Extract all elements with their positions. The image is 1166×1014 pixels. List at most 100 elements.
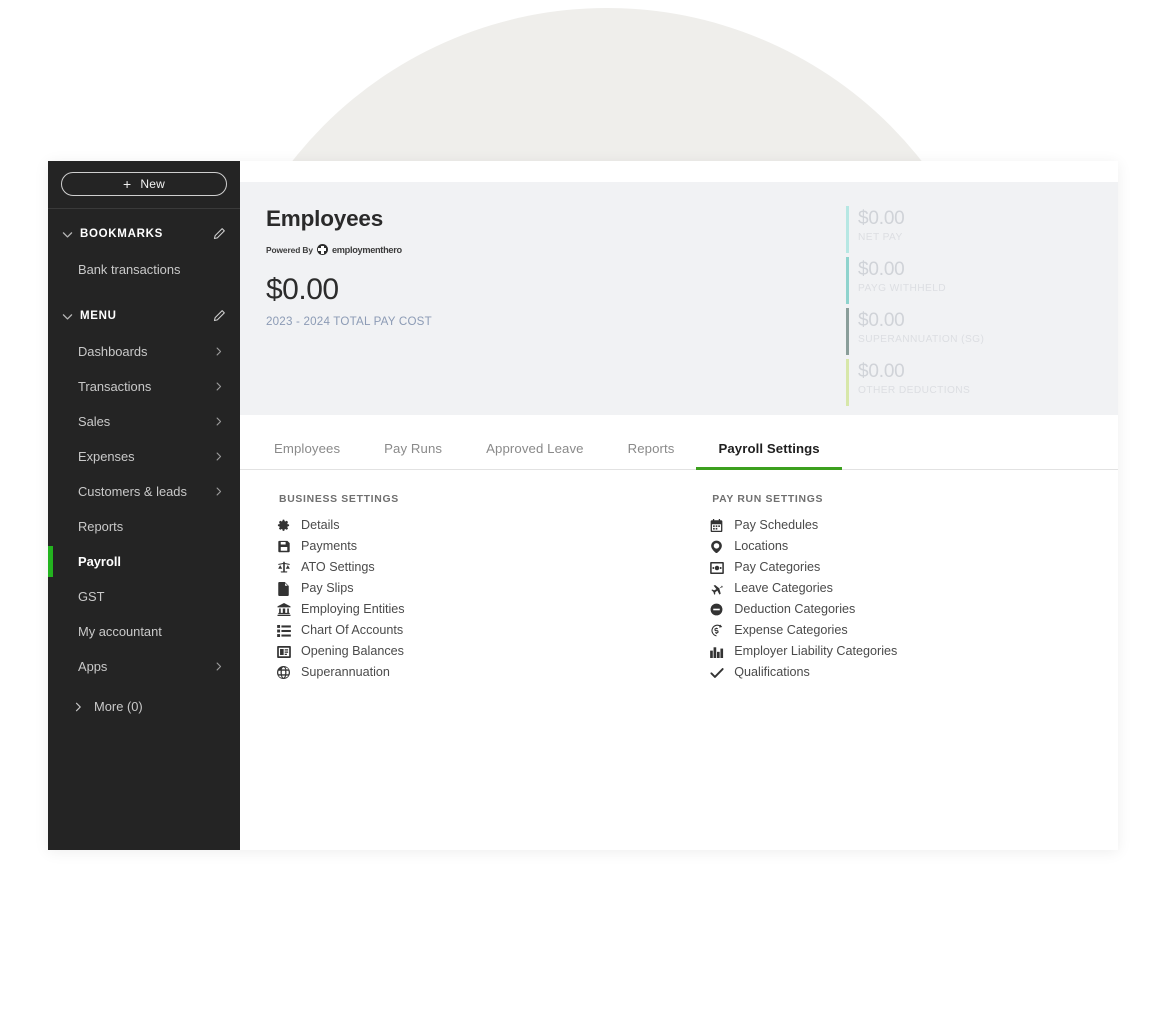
business-settings-heading: BUSINESS SETTINGS: [279, 494, 399, 505]
sidebar-item-payroll[interactable]: Payroll: [48, 544, 240, 579]
powered-by-employmenthero: Powered By employmenthero: [266, 244, 846, 255]
sidebar-item-gst[interactable]: GST: [48, 579, 240, 614]
sidebar-item-label: More (0): [94, 699, 143, 714]
pencil-icon[interactable]: [212, 309, 226, 323]
setting-expense-categories[interactable]: Expense Categories: [709, 620, 1118, 641]
app-window: + New BOOKMARKS Bank transactions MENU D…: [48, 161, 1118, 850]
setting-deduction-categories[interactable]: Deduction Categories: [709, 599, 1118, 620]
setting-payments[interactable]: Payments: [276, 536, 679, 557]
setting-employing-entities[interactable]: Employing Entities: [276, 599, 679, 620]
stat-label: SUPERANNUATION (SG): [858, 334, 985, 345]
sidebar-item-expenses[interactable]: Expenses: [48, 439, 240, 474]
setting-employer-liability-categories[interactable]: Employer Liability Categories: [709, 641, 1118, 662]
sidebar-item-dashboards[interactable]: Dashboards: [48, 334, 240, 369]
setting-opening-balances[interactable]: Opening Balances: [276, 641, 679, 662]
plus-icon: +: [123, 176, 132, 192]
setting-label: Pay Schedules: [734, 518, 819, 532]
page-title: Employees: [266, 206, 384, 231]
sidebar-item-label: GST: [78, 589, 105, 604]
sidebar-item-label: Expenses: [78, 449, 135, 464]
total-pay-cost-amount: $0.00: [266, 273, 339, 306]
setting-details[interactable]: Details: [276, 515, 679, 536]
sidebar-section-bookmarks[interactable]: BOOKMARKS: [48, 216, 240, 252]
setting-superannuation[interactable]: Superannuation: [276, 662, 679, 683]
setting-locations[interactable]: Locations: [709, 536, 1118, 557]
sidebar-item-label: Dashboards: [78, 344, 148, 359]
powered-by-label: Powered By: [266, 244, 313, 255]
setting-label: Deduction Categories: [734, 602, 856, 616]
sidebar-item-my-accountant[interactable]: My accountant: [48, 614, 240, 649]
setting-label: Chart Of Accounts: [301, 623, 404, 637]
balance-scales-icon: [276, 560, 291, 575]
gear-icon: [276, 518, 291, 533]
setting-label: Qualifications: [734, 665, 810, 679]
sidebar-item-label: Apps: [78, 659, 108, 674]
sidebar-item-label: Reports: [78, 519, 124, 534]
stat-net-pay: $0.00 NET PAY: [846, 206, 1104, 257]
setting-label: Opening Balances: [301, 644, 404, 658]
setting-qualifications[interactable]: Qualifications: [709, 662, 1118, 683]
employmenthero-logo-icon: [316, 244, 328, 255]
sidebar-item-more[interactable]: More (0): [48, 689, 240, 724]
chevron-down-icon: [58, 310, 76, 323]
payroll-tabs: Employees Pay Runs Approved Leave Report…: [240, 415, 1118, 470]
setting-label: Pay Slips: [301, 581, 354, 595]
sidebar-item-bank-transactions[interactable]: Bank transactions: [48, 252, 240, 287]
sidebar-section-label: MENU: [80, 310, 117, 322]
setting-pay-schedules[interactable]: Pay Schedules: [709, 515, 1118, 536]
summary-stats: $0.00 NET PAY $0.00 PAYG WITHHELD $0.00 …: [846, 206, 1118, 415]
chevron-right-icon: [213, 416, 224, 427]
chevron-right-icon: [72, 701, 84, 713]
stat-superannuation: $0.00 SUPERANNUATION (SG): [846, 308, 1104, 359]
employmenthero-brand-label: employmenthero: [331, 244, 402, 255]
sidebar-item-customers-and-leads[interactable]: Customers & leads: [48, 474, 240, 509]
tab-approved-leave[interactable]: Approved Leave: [464, 441, 605, 469]
sidebar-item-apps[interactable]: Apps: [48, 649, 240, 684]
tab-pay-runs[interactable]: Pay Runs: [362, 441, 464, 469]
sidebar: + New BOOKMARKS Bank transactions MENU D…: [48, 161, 240, 850]
setting-label: Expense Categories: [734, 623, 848, 637]
stat-value: $0.00: [858, 208, 905, 229]
chevron-right-icon: [213, 451, 224, 462]
setting-pay-slips[interactable]: Pay Slips: [276, 578, 679, 599]
sidebar-item-label: Transactions: [78, 379, 152, 394]
stat-value: $0.00: [858, 310, 905, 331]
pay-run-settings-column: PAY RUN SETTINGS Pay Schedules Locations: [679, 494, 1118, 850]
chevron-right-icon: [213, 346, 224, 357]
stat-value: $0.00: [858, 361, 905, 382]
sidebar-section-menu[interactable]: MENU: [48, 298, 240, 334]
save-floppy-icon: [276, 539, 291, 554]
screenshot-root: + New BOOKMARKS Bank transactions MENU D…: [0, 0, 1166, 1014]
id-card-icon: [276, 644, 291, 659]
setting-label: Locations: [734, 539, 789, 553]
sidebar-item-label: My accountant: [78, 624, 162, 639]
sidebar-item-reports[interactable]: Reports: [48, 509, 240, 544]
sidebar-divider: [48, 208, 240, 209]
main-content: Employees Powered By employmenthero $0.0…: [240, 161, 1118, 850]
tab-employees[interactable]: Employees: [252, 441, 362, 469]
sidebar-item-transactions[interactable]: Transactions: [48, 369, 240, 404]
setting-label: Employer Liability Categories: [734, 644, 898, 658]
new-button[interactable]: + New: [61, 172, 227, 196]
stat-label: NET PAY: [858, 232, 903, 243]
sidebar-item-sales[interactable]: Sales: [48, 404, 240, 439]
stat-payg-withheld: $0.00 PAYG WITHHELD: [846, 257, 1104, 308]
chevron-right-icon: [213, 381, 224, 392]
pencil-icon[interactable]: [212, 227, 226, 241]
stat-label: OTHER DEDUCTIONS: [858, 385, 971, 396]
sidebar-item-label: Sales: [78, 414, 111, 429]
setting-leave-categories[interactable]: Leave Categories: [709, 578, 1118, 599]
location-globe-icon: [709, 539, 724, 554]
tab-reports[interactable]: Reports: [606, 441, 697, 469]
summary-left: Employees Powered By employmenthero $0.0…: [240, 206, 846, 415]
list-icon: [276, 623, 291, 638]
setting-ato-settings[interactable]: ATO Settings: [276, 557, 679, 578]
bank-icon: [276, 602, 291, 617]
calendar-icon: [709, 518, 724, 533]
plane-icon: [709, 581, 724, 596]
tab-payroll-settings[interactable]: Payroll Settings: [696, 441, 843, 470]
globe-icon: [276, 665, 291, 680]
payroll-summary-header: Employees Powered By employmenthero $0.0…: [240, 182, 1118, 415]
setting-pay-categories[interactable]: Pay Categories: [709, 557, 1118, 578]
setting-chart-of-accounts[interactable]: Chart Of Accounts: [276, 620, 679, 641]
